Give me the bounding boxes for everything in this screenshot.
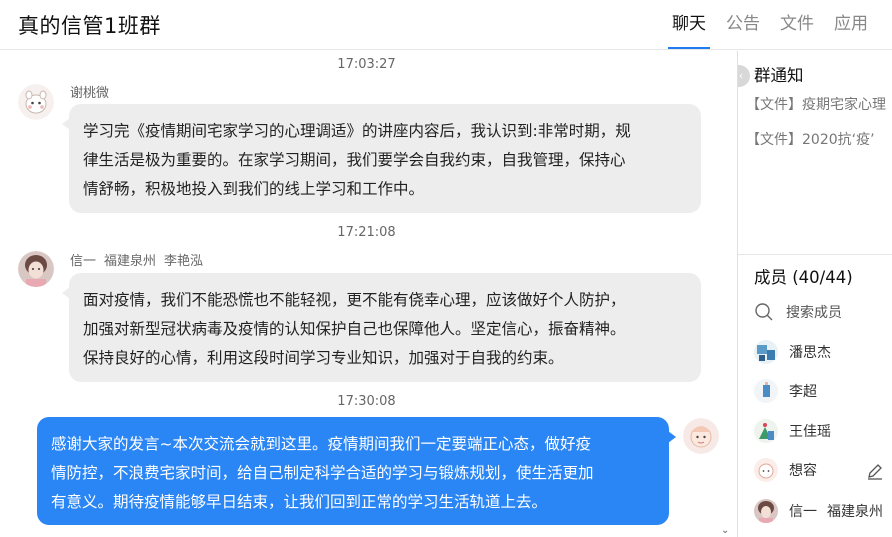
members-title: 成员 (40/44) — [754, 268, 853, 287]
tab-files[interactable]: 文件 — [770, 0, 824, 50]
member-name: 李超 — [789, 384, 817, 400]
message-bubble[interactable]: 面对疫情，我们不能恐慌也不能轻视，更不能有侥幸心理，应该做好个人防护， 加强对新… — [62, 273, 701, 382]
member-nickname: 信一 — [789, 504, 817, 520]
group-notice-panel: ‹ 群通知 【文件】疫期宅家心理 【文件】2020抗‘疫’ — [738, 51, 892, 255]
member-region: 福建泉州 — [827, 504, 883, 520]
avatar — [754, 458, 778, 482]
message-timestamp: 17:30:08 — [337, 394, 396, 409]
member-item[interactable]: 王佳瑶 — [754, 418, 831, 444]
group-title: 真的信管1班群 — [18, 14, 161, 38]
chat-header: 真的信管1班群 聊天 公告 文件 应用 — [0, 0, 892, 50]
message-bubble-outgoing[interactable]: 感谢大家的发言~本次交流会就到这里。疫情期间我们一定要端正心态，做好疫 情防控，… — [37, 417, 676, 525]
member-search-label: 搜索成员 — [786, 305, 842, 321]
avatar-icon — [754, 499, 778, 523]
message-timestamp: 17:03:27 — [337, 57, 396, 72]
message-line: 感谢大家的发言~本次交流会就到这里。疫情期间我们一定要端正心态，做好疫 — [51, 435, 591, 453]
member-item[interactable]: 想容 — [754, 457, 817, 483]
avatar-icon — [754, 340, 778, 364]
sender-name: 信一 福建泉州 李艳泓 — [70, 250, 211, 269]
notice-file-item[interactable]: 【文件】2020抗‘疫’ — [746, 129, 875, 149]
avatar — [754, 419, 778, 443]
sender-name: 谢桃微 — [70, 86, 110, 101]
avatar — [754, 379, 778, 403]
avatar-self[interactable] — [683, 418, 719, 454]
edit-pencil-svg — [868, 464, 882, 480]
avatar-icon — [754, 419, 778, 443]
scroll-down-icon[interactable]: ⌄ — [721, 525, 729, 536]
avatar-cartoon-icon — [683, 418, 719, 454]
avatar-icon — [754, 458, 778, 482]
member-name: 王佳瑶 — [789, 424, 831, 440]
avatar — [754, 340, 778, 364]
edit-pencil-icon[interactable] — [866, 462, 884, 484]
message-bubble[interactable]: 学习完《疫情期间宅家学习的心理调适》的讲座内容后，我认识到:非常时期，规 律生活… — [62, 104, 701, 213]
message-line: 面对疫情，我们不能恐慌也不能轻视，更不能有侥幸心理，应该做好个人防护， — [83, 291, 626, 309]
member-item[interactable]: 李超 — [754, 378, 817, 404]
search-icon — [755, 303, 773, 321]
sender-realname: 李艳泓 — [164, 254, 204, 269]
avatar-cartoon-icon — [18, 84, 54, 120]
tab-announcement[interactable]: 公告 — [716, 0, 770, 50]
member-item[interactable]: 潘思杰 — [754, 339, 831, 365]
member-name: 潘思杰 — [789, 345, 831, 361]
sender-region: 福建泉州 — [104, 254, 157, 269]
message-line: 有意义。期待疫情能够早日结束，让我们回到正常的学习生活轨道上去。 — [51, 493, 548, 511]
avatar[interactable] — [18, 84, 54, 120]
tab-apps[interactable]: 应用 — [824, 0, 878, 50]
chat-message-list[interactable]: 17:03:27 谢桃微 学习完《疫情期间宅家学习的心理调适》的讲座内容后，我认… — [0, 51, 733, 537]
message-line: 学习完《疫情期间宅家学习的心理调适》的讲座内容后，我认识到:非常时期，规 — [83, 122, 631, 140]
avatar[interactable] — [18, 251, 54, 287]
message-timestamp: 17:21:08 — [337, 225, 396, 240]
notice-title: 群通知 — [754, 66, 804, 85]
member-name: 想容 — [789, 463, 817, 479]
message-line: 保持良好的心情，利用这段时间学习专业知识，加强对于自我的约束。 — [83, 349, 564, 367]
collapse-arrow-icon[interactable]: ‹ — [738, 65, 750, 87]
message-line: 加强对新型冠状病毒及疫情的认知保护自己也保障他人。坚定信心，振奋精神。 — [83, 320, 626, 338]
member-search[interactable]: 搜索成员 — [754, 301, 842, 323]
members-panel: 成员 (40/44) 搜索成员 潘思杰 李超 王佳瑶 想容 信一 福建泉州 — [738, 255, 892, 537]
avatar — [754, 499, 778, 523]
avatar-photo-icon — [18, 251, 54, 287]
member-name: 信一 福建泉州 — [789, 501, 892, 521]
message-line: 律生活是极为重要的。在家学习期间，我们要学会自我约束，自我管理，保持心 — [83, 151, 626, 169]
avatar-icon — [754, 379, 778, 403]
message-line: 情舒畅，积极地投入到我们的线上学习和工作中。 — [83, 180, 425, 198]
tab-chat[interactable]: 聊天 — [662, 0, 716, 50]
sender-nickname: 信一 — [70, 254, 97, 269]
header-tabs: 聊天 公告 文件 应用 — [662, 0, 878, 50]
member-item[interactable]: 信一 福建泉州 — [754, 498, 892, 524]
message-line: 情防控，不浪费宅家时间，给自己制定科学合适的学习与锻炼规划，使生活更加 — [51, 464, 594, 482]
notice-file-item[interactable]: 【文件】疫期宅家心理 — [746, 94, 886, 114]
